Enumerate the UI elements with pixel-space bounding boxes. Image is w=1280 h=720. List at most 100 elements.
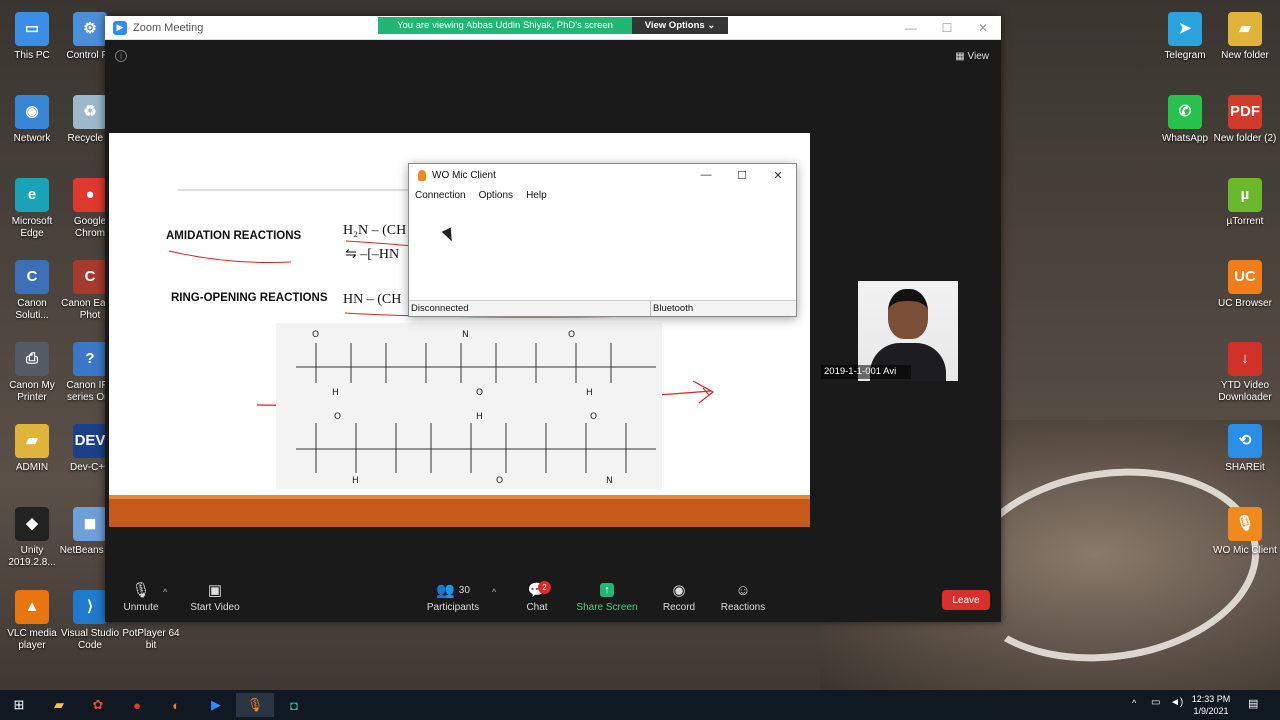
wo-mic-window-controls: — ☐ ✕	[688, 164, 796, 186]
network-icon[interactable]: ▭	[1151, 697, 1160, 708]
desktop-left-icon-glyph-14: ▲	[15, 590, 49, 624]
close-icon[interactable]: ✕	[965, 16, 1001, 40]
reactions-label: Reactions	[720, 602, 766, 613]
desktop-left-icon-label-14: VLC media player	[7, 628, 57, 651]
desktop-right-icon-label-7: SHAREit	[1225, 462, 1265, 473]
desktop-right-icon-glyph-2: ✆	[1168, 95, 1202, 129]
desktop-right-icon-label-0: Telegram	[1164, 50, 1206, 61]
menu-connection[interactable]: Connection	[415, 190, 466, 201]
maximize-icon[interactable]: ☐	[724, 164, 760, 186]
paint-icon[interactable]: ✿	[79, 693, 117, 717]
svg-text:H: H	[476, 412, 483, 422]
desktop-right-icon-label-5: UC Browser	[1218, 298, 1272, 309]
desktop-right-icon-label-4: µTorrent	[1226, 216, 1264, 227]
desktop-right-icon-1[interactable]: ▰ New folder	[1213, 12, 1277, 62]
connection-status: Disconnected	[411, 303, 469, 314]
desktop-left-icon-8[interactable]: ⎙ Canon My Printer	[0, 342, 64, 404]
formula-line-3: HN – (CH	[343, 292, 402, 307]
desktop-left-icon-glyph-3: ♻	[73, 95, 107, 129]
participant-name-label: 2019-1-1-001 Avi	[821, 365, 911, 379]
minimize-icon[interactable]: —	[893, 16, 929, 40]
desktop-right-icon-4[interactable]: µ µTorrent	[1213, 178, 1277, 228]
camera-app-icon[interactable]: ◘	[275, 693, 313, 717]
desktop-left-icon-4[interactable]: e Microsoft Edge	[0, 178, 64, 240]
desktop-right-icon-6[interactable]: ↓ YTD Video Downloader	[1213, 342, 1277, 404]
desktop-left-icon-14[interactable]: ▲ VLC media player	[0, 590, 64, 652]
record-label: Record	[662, 602, 696, 613]
record-icon: ◉	[672, 582, 686, 599]
volume-icon[interactable]: ◄)	[1170, 697, 1183, 708]
svg-text:O: O	[334, 412, 341, 422]
start-button-icon[interactable]: ⊞	[0, 693, 38, 717]
desktop-right-icon-2[interactable]: ✆ WhatsApp	[1153, 95, 1217, 145]
desktop-left-icon-2[interactable]: ◉ Network	[0, 95, 64, 145]
participants-button[interactable]: 👥 30 Participants	[418, 572, 488, 622]
desktop-left-icon-glyph-7: C	[73, 260, 107, 294]
desktop-left-icon-10[interactable]: ▰ ADMIN	[0, 424, 64, 474]
chat-icon: 💬	[527, 582, 547, 599]
unmute-label: Unmute	[123, 602, 159, 613]
wo-mic-title: WO Mic Client	[432, 169, 496, 181]
desktop-left-icon-glyph-13: ◼	[73, 507, 107, 541]
chrome-icon[interactable]: ●	[118, 693, 156, 717]
close-icon[interactable]: ✕	[760, 164, 796, 186]
minimize-icon[interactable]: —	[688, 164, 724, 186]
windows-taskbar: ⊞ ▰ ✿ ● ◐ ▶ 🎙 ◘ ^ ▭ ◄) ▤	[0, 690, 1280, 720]
maximize-icon[interactable]: ☐	[929, 16, 965, 40]
desktop-right-icon-glyph-8: 🎙	[1228, 507, 1262, 541]
tray-overflow-chevron-icon[interactable]: ^	[1132, 698, 1136, 708]
desktop-left-icon-6[interactable]: C Canon Soluti...	[0, 260, 64, 322]
svg-text:O: O	[312, 330, 319, 340]
desktop-right-icon-glyph-4: µ	[1228, 178, 1262, 212]
participants-options-chevron-icon[interactable]: ^	[492, 587, 496, 597]
menu-options[interactable]: Options	[479, 190, 513, 201]
chat-label: Chat	[526, 602, 548, 613]
unmute-button[interactable]: 🎙 Unmute	[106, 572, 176, 622]
clock-date: 1/9/2021	[1193, 706, 1229, 716]
view-button[interactable]: ▦ View	[955, 51, 989, 62]
share-screen-button[interactable]: ↑ Share Screen	[572, 572, 642, 622]
zoom-toolbar: 🎙 Unmute ▣ Start Video 👥 30 Participants…	[105, 572, 1001, 622]
svg-text:N: N	[462, 330, 469, 340]
formula-line-2: ⇋ –[–HN	[345, 247, 400, 262]
uc-browser-icon[interactable]: ◐	[157, 693, 195, 717]
desktop-left-icon-label-2: Network	[13, 133, 51, 144]
svg-text:O: O	[568, 330, 575, 340]
start-video-button[interactable]: ▣ Start Video	[180, 572, 250, 622]
view-button-label: View	[967, 51, 990, 62]
menu-help[interactable]: Help	[526, 190, 547, 201]
molecule-diagram: O N O H O H O H O H O N	[296, 330, 656, 486]
leave-button[interactable]: Leave	[942, 590, 990, 610]
audio-options-chevron-icon[interactable]: ^	[163, 587, 167, 597]
svg-text:O: O	[476, 388, 483, 398]
action-center-icon[interactable]: ▤	[1248, 697, 1258, 710]
file-explorer-icon[interactable]: ▰	[40, 693, 78, 717]
desktop-left-icon-glyph-6: C	[15, 260, 49, 294]
participants-label: Participants	[426, 602, 480, 613]
desktop-left-icon-glyph-11: DEV	[73, 424, 107, 458]
svg-text:H: H	[332, 388, 339, 398]
zoom-titlebar: ▶ Zoom Meeting You are viewing Abbas Udd…	[105, 16, 1001, 40]
chat-unread-badge: 2	[538, 581, 551, 594]
share-screen-label: Share Screen	[576, 602, 638, 613]
chat-button[interactable]: 💬 Chat	[502, 572, 572, 622]
desktop-left-icon-12[interactable]: ◆ Unity 2019.2.8...	[0, 507, 64, 569]
zoom-taskbar-icon[interactable]: ▶	[197, 693, 235, 717]
desktop-left-icon-glyph-5: ●	[73, 178, 107, 212]
microphone-icon	[418, 169, 426, 181]
desktop-right-icon-8[interactable]: 🎙 WO Mic Client	[1213, 507, 1277, 557]
desktop-right-icon-5[interactable]: UC UC Browser	[1213, 260, 1277, 310]
meeting-info-icon[interactable]: i	[115, 50, 127, 62]
desktop-right-icon-glyph-1: ▰	[1228, 12, 1262, 46]
taskbar-clock[interactable]: 12:33 PM 1/9/2021	[1188, 690, 1234, 720]
amidation-heading: AMIDATION REACTIONS	[166, 230, 302, 242]
desktop-right-icon-0[interactable]: ➤ Telegram	[1153, 12, 1217, 62]
desktop-right-icon-7[interactable]: ⟲ SHAREit	[1213, 424, 1277, 474]
desktop-left-icon-label-15: Visual Studio Code	[60, 628, 120, 651]
view-options-button[interactable]: View Options ⌄	[632, 17, 728, 34]
wo-mic-taskbar-icon[interactable]: 🎙	[236, 693, 274, 717]
record-button[interactable]: ◉ Record	[644, 572, 714, 622]
reactions-button[interactable]: ☺ Reactions	[708, 572, 778, 622]
desktop-left-icon-0[interactable]: ▭ This PC	[0, 12, 64, 62]
desktop-right-icon-3[interactable]: PDF New folder (2)	[1213, 95, 1277, 145]
